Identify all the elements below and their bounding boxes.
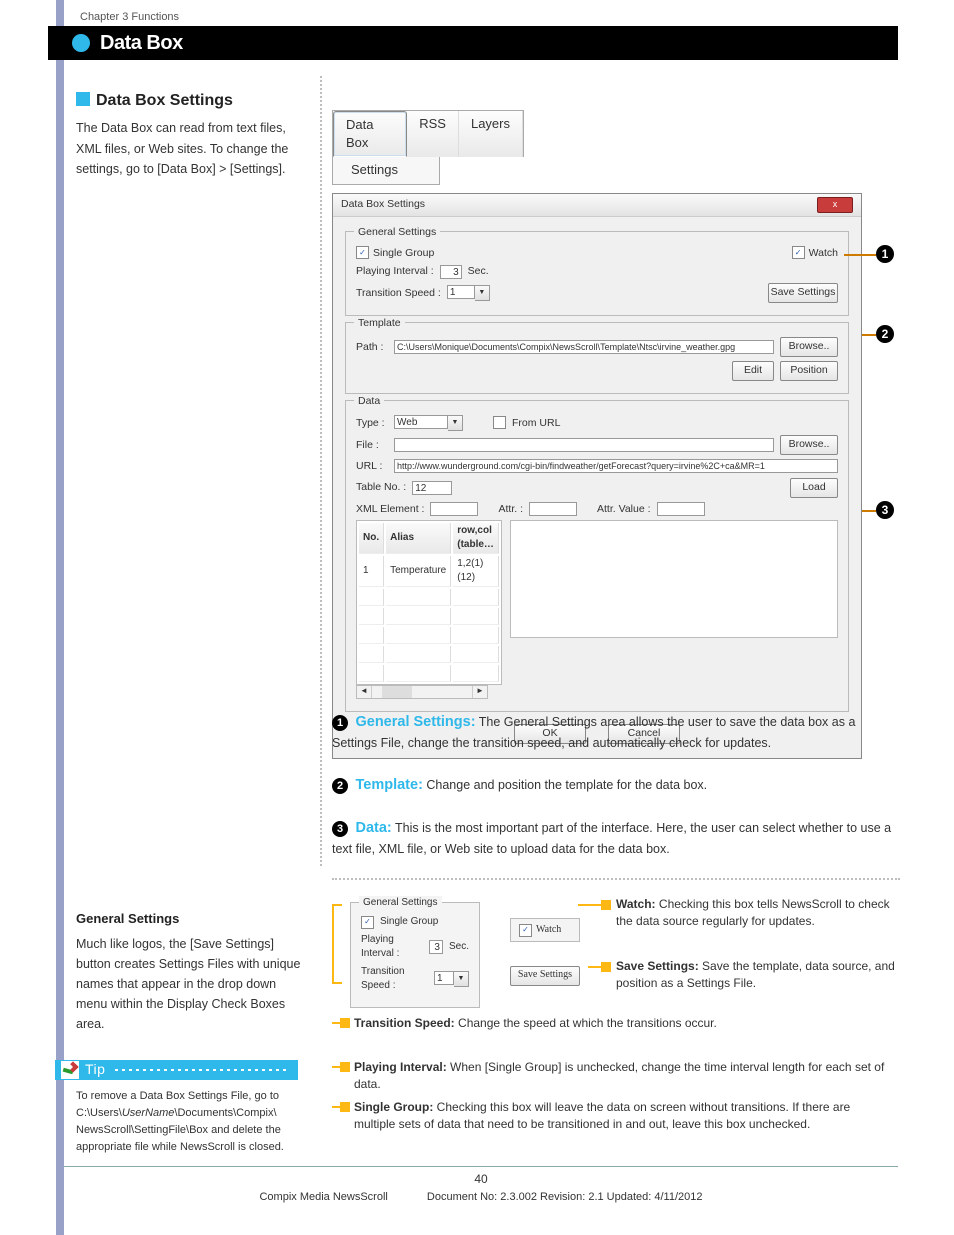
tip-dots [115, 1069, 290, 1071]
horizontal-dotted-divider [332, 878, 900, 880]
xml-element-input[interactable] [430, 502, 478, 516]
playing-interval-input[interactable]: 3 [440, 265, 462, 279]
main-tabs: Data Box RSS Layers [332, 110, 524, 157]
data-file-input[interactable] [394, 438, 774, 452]
template-edit-button[interactable]: Edit [732, 361, 774, 381]
save-settings-button[interactable]: Save Settings [768, 283, 838, 303]
callout-1: 1 [876, 245, 894, 263]
template-path-input[interactable]: C:\Users\Monique\Documents\Compix\NewsSc… [394, 340, 774, 354]
intro-text: The Data Box can read from text files, X… [76, 118, 306, 180]
chevron-down-icon: ▼ [454, 971, 469, 987]
callout-3: 3 [876, 501, 894, 519]
detail-tspeed: Transition Speed: Change the speed at wh… [354, 1015, 894, 1032]
callout-line-1 [844, 254, 876, 256]
mini-general-settings: General Settings ✓Single Group Playing I… [350, 902, 480, 1008]
template-browse-button[interactable]: Browse.. [780, 337, 838, 357]
from-url-checkbox[interactable]: ✓ [493, 416, 506, 429]
detail-sgrp: Single Group: Checking this box will lea… [354, 1099, 894, 1134]
page-title: Data Box [100, 29, 183, 57]
page-number: 40 [64, 1171, 898, 1188]
data-url-input[interactable]: http://www.wunderground.com/cgi-bin/find… [394, 459, 838, 473]
mini-transition-speed-select[interactable]: 1▼ [434, 971, 469, 987]
mini-watch-save: ✓Watch Save Settings [510, 918, 580, 986]
tip-text: To remove a Data Box Settings File, go t… [76, 1088, 306, 1156]
tab-layers[interactable]: Layers [459, 111, 523, 157]
oline-sgrp [332, 1106, 342, 1108]
detail-pint: Playing Interval: When [Single Group] is… [354, 1059, 894, 1094]
footer-product: Compix Media NewsScroll [259, 1190, 387, 1205]
detail-watch: Watch: Checking this box tells NewsScrol… [616, 896, 896, 931]
table-row[interactable]: 1Temperature1,2(1) (12) [359, 556, 499, 587]
desc-data: 3 Data: This is the most important part … [332, 818, 900, 859]
chevron-down-icon: ▼ [475, 285, 490, 301]
oline-watch [578, 904, 602, 906]
callout-line-2 [862, 334, 876, 336]
footer-docinfo: Document No: 2.3.002 Revision: 2.1 Updat… [427, 1190, 703, 1205]
tip-icon [61, 1061, 79, 1079]
mini-playing-interval-input[interactable]: 3 [429, 940, 443, 954]
tip-bar: Tip [55, 1060, 298, 1080]
title-bullet-icon [72, 34, 90, 52]
load-button[interactable]: Load [790, 478, 838, 498]
mini-watch-checkbox[interactable]: ✓ [519, 924, 532, 937]
data-preview-table [510, 520, 838, 638]
orange-box-watch [601, 900, 611, 910]
template-position-button[interactable]: Position [780, 361, 838, 381]
detail-save: Save Settings: Save the template, data s… [616, 958, 896, 993]
oline-tspeed [332, 1022, 342, 1024]
dialog-title: Data Box Settings [341, 197, 425, 212]
desc-template: 2 Template: Change and position the temp… [332, 775, 900, 797]
single-group-checkbox[interactable]: ✓ [356, 246, 369, 259]
close-button[interactable]: x [817, 197, 853, 213]
attr-input[interactable] [529, 502, 577, 516]
data-type-select[interactable]: Web ▼ [394, 415, 463, 431]
chapter-label: Chapter 3 Functions [80, 10, 179, 25]
title-bar: Data Box [48, 26, 898, 60]
fieldset-data: Data Type : Web ▼ ✓ From URL File : [345, 400, 849, 712]
desc-general-settings: 1 General Settings: The General Settings… [332, 712, 900, 753]
mini-single-group-checkbox[interactable]: ✓ [361, 916, 374, 929]
callout-2: 2 [876, 325, 894, 343]
subtitle-square-icon [76, 92, 90, 106]
chevron-down-icon: ▼ [448, 415, 463, 431]
screenshot-databox-settings: Data Box RSS Layers Settings Data Box Se… [332, 110, 862, 759]
page-footer: 40 Compix Media NewsScroll Document No: … [64, 1166, 898, 1205]
vertical-dotted-divider [320, 76, 322, 866]
fieldset-general: General Settings ✓ Single Group ✓ Watch … [345, 231, 849, 316]
dialog-data-box-settings: Data Box Settings x General Settings ✓ S… [332, 193, 862, 760]
tab-rss[interactable]: RSS [407, 111, 459, 157]
oline-pint [332, 1066, 342, 1068]
left-margin-bar [56, 0, 64, 1235]
orange-box-save [601, 962, 611, 972]
subtab-settings[interactable]: Settings [332, 157, 440, 184]
table-no-input[interactable]: 12 [412, 481, 452, 495]
general-settings-sidebar: General Settings Much like logos, the [S… [76, 910, 306, 1034]
fieldset-template: Template Path : C:\Users\Monique\Documen… [345, 322, 849, 394]
alias-table: No.Aliasrow,col (table… 1Temperature1,2(… [356, 520, 502, 685]
attr-value-input[interactable] [657, 502, 705, 516]
callout-line-3 [862, 510, 876, 512]
watch-checkbox[interactable]: ✓ [792, 246, 805, 259]
section-subtitle: Data Box Settings [76, 90, 233, 112]
data-browse-button[interactable]: Browse.. [780, 435, 838, 455]
mini-save-settings-button[interactable]: Save Settings [510, 966, 580, 986]
alias-table-hscrollbar[interactable]: ◄► [356, 685, 488, 699]
bracket-left [332, 904, 342, 984]
transition-speed-select[interactable]: 1 ▼ [447, 285, 490, 301]
tab-data-box[interactable]: Data Box [333, 111, 407, 157]
oline-save [588, 966, 602, 968]
